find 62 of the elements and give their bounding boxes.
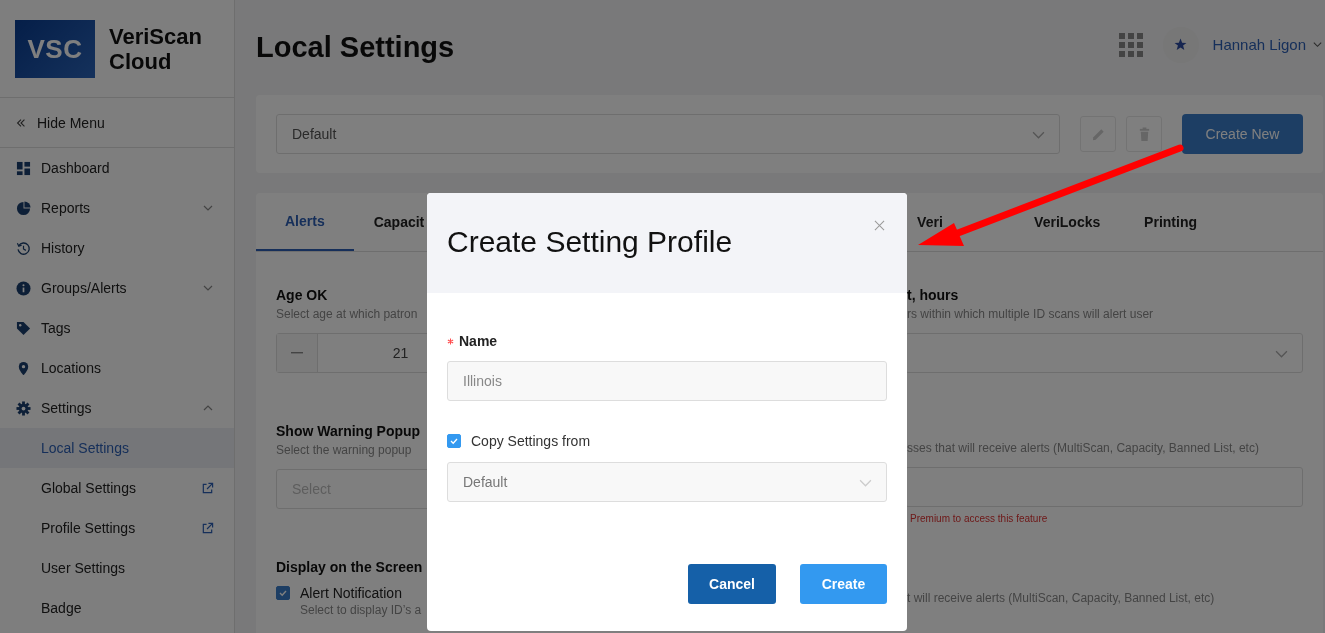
tab[interactable]: Veri	[917, 193, 1035, 251]
setting-description: Select to display ID’s a	[300, 602, 423, 619]
user-menu[interactable]: Hannah Ligon	[1212, 36, 1323, 53]
history-icon	[16, 240, 31, 256]
checkbox-label: Copy Settings from	[471, 433, 591, 449]
setting-description: sses that will receive alerts (MultiScan, Capacity, Banned List, etc)	[907, 440, 1260, 457]
nav-subitem[interactable]: Global Settings	[0, 468, 234, 508]
dialog-title: Create Setting Profile	[447, 225, 733, 259]
copy-from-select[interactable]: Default	[447, 462, 887, 502]
name-input[interactable]: Illinois	[447, 361, 887, 401]
nav-subitem[interactable]: Badge	[0, 588, 234, 628]
setting-description: t will receive alerts (MultiScan, Capacity, Banned List, etc)	[907, 590, 1216, 607]
checkbox[interactable]	[276, 586, 290, 600]
nav-item[interactable]: Tags	[0, 308, 234, 348]
minus-icon[interactable]	[291, 352, 303, 354]
nav-subitem[interactable]: Local Settings	[0, 428, 234, 468]
nav-item[interactable]: Reports	[0, 188, 234, 228]
delete-button[interactable]	[1126, 116, 1162, 152]
checkbox[interactable]	[447, 434, 461, 448]
setting-description: Select the warning popup	[276, 442, 413, 459]
tab[interactable]: Capacit	[353, 193, 425, 251]
double-chevron-icon	[15, 116, 27, 129]
setting-title: Show Warning Popup	[276, 422, 422, 441]
setting-title: Age OK	[276, 286, 329, 305]
hide-menu-button[interactable]: Hide Menu	[0, 98, 234, 148]
setting-description: Select age at which patron	[276, 306, 419, 323]
tab[interactable]: Printing	[1144, 193, 1197, 251]
nav-item[interactable]: Groups/Alerts	[0, 268, 234, 308]
brand-name: VeriScan Cloud	[109, 24, 203, 74]
check-icon	[278, 588, 288, 598]
setting-title: t, hours	[907, 286, 960, 305]
logo-badge: VSC	[15, 20, 95, 78]
nav-item[interactable]: Dashboard	[0, 148, 234, 188]
create-new-button[interactable]: Create New	[1182, 114, 1303, 154]
select-field[interactable]	[905, 333, 1303, 373]
check-icon	[449, 436, 459, 446]
tag-icon	[16, 320, 31, 336]
setting-description: rs within which multiple ID scans will alert user	[907, 306, 1155, 323]
checkbox-label: Alert Notification	[300, 585, 402, 601]
dashboard-icon	[16, 160, 31, 176]
tab[interactable]: Alerts	[256, 193, 354, 251]
email-field[interactable]	[905, 467, 1303, 507]
chevron-down-icon	[1312, 39, 1323, 50]
info-icon	[16, 280, 31, 296]
nav-item[interactable]: Locations	[0, 348, 234, 388]
close-icon[interactable]	[874, 220, 885, 231]
nav-subitem[interactable]: User Settings	[0, 548, 234, 588]
apps-grid-icon[interactable]	[1118, 32, 1143, 57]
create-button[interactable]: Create	[800, 564, 887, 604]
nav-item[interactable]: Settings	[0, 388, 234, 428]
nav-subitem[interactable]: Profile Settings	[0, 508, 234, 548]
tab[interactable]: VeriLocks	[1034, 193, 1145, 251]
setting-title: Display on the Screen	[276, 558, 424, 577]
nav-item[interactable]: History	[0, 228, 234, 268]
settings-icon	[16, 400, 31, 416]
location-pin-icon	[16, 360, 31, 376]
cancel-button[interactable]: Cancel	[688, 564, 776, 604]
page-title: Local Settings	[256, 31, 455, 64]
profile-select[interactable]: Default	[276, 114, 1060, 154]
pie-chart-icon	[16, 200, 31, 216]
edit-button[interactable]	[1080, 116, 1116, 152]
premium-note: Premium to access this feature	[910, 513, 1049, 524]
